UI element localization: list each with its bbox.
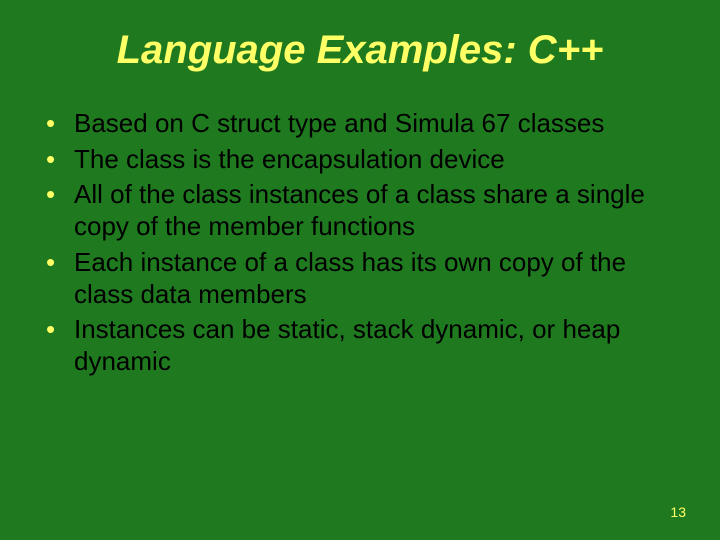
bullet-list: Based on C struct type and Simula 67 cla… xyxy=(36,108,684,378)
slide: Language Examples: C++ Based on C struct… xyxy=(0,0,720,540)
list-item: Instances can be static, stack dynamic, … xyxy=(42,314,684,377)
list-item: Based on C struct type and Simula 67 cla… xyxy=(42,108,684,140)
list-item: Each instance of a class has its own cop… xyxy=(42,247,684,310)
list-item: The class is the encapsulation device xyxy=(42,144,684,176)
list-item: All of the class instances of a class sh… xyxy=(42,179,684,242)
page-number: 13 xyxy=(670,504,686,520)
slide-title: Language Examples: C++ xyxy=(36,28,684,72)
